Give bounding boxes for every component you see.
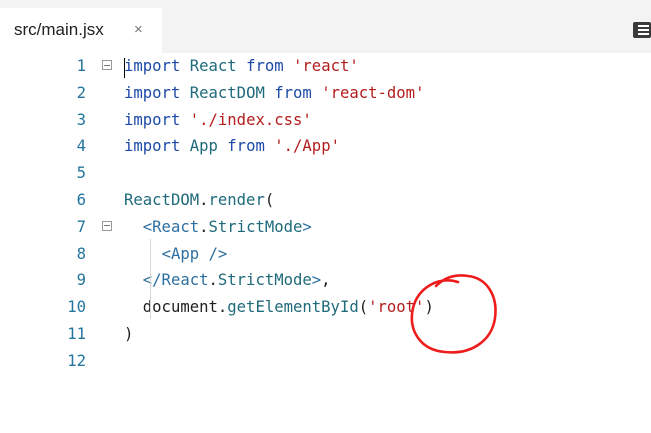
line-number: 5 — [76, 164, 86, 183]
code-token: 'react' — [293, 57, 359, 75]
code-token: React — [189, 57, 237, 75]
code-text: <App /> — [124, 241, 228, 267]
code-line[interactable]: 1 import React from 'react' — [0, 53, 651, 79]
tab-bar: src/main.jsx × — [0, 0, 651, 53]
code-line[interactable]: 6 ReactDOM.render( — [0, 187, 651, 213]
code-token: import — [124, 137, 181, 156]
indent-guide — [150, 238, 151, 319]
code-text: ) — [124, 321, 133, 347]
code-token: <App /> — [161, 244, 228, 263]
code-token: . — [217, 298, 228, 317]
code-line[interactable]: 10 document.getElementById('root') — [0, 294, 651, 320]
code-token: <React — [142, 217, 200, 236]
code-token: ReactDOM — [189, 83, 265, 102]
code-token: import — [124, 57, 181, 75]
code-token: from — [246, 57, 284, 75]
code-line[interactable]: 7 <React.StrictMode> — [0, 214, 651, 240]
code-token: ( — [264, 191, 275, 209]
code-token: App — [189, 137, 218, 156]
code-token: ) — [124, 325, 134, 343]
code-line[interactable]: 3 import './index.css' — [0, 107, 651, 133]
code-line[interactable]: 4 import App from './App' — [0, 133, 651, 159]
line-number: 9 — [76, 271, 86, 290]
code-text: ReactDOM.render( — [124, 187, 274, 213]
code-token: . — [199, 217, 209, 236]
code-token: ) — [424, 298, 434, 317]
code-token: StrictMode — [208, 217, 303, 236]
code-line[interactable]: 8 <App /> — [0, 241, 651, 267]
code-line[interactable]: 11) — [0, 321, 651, 347]
line-number: 8 — [76, 244, 86, 263]
line-number: 3 — [76, 110, 86, 129]
code-token: ReactDOM — [124, 191, 200, 209]
line-number: 10 — [67, 298, 86, 317]
code-editor[interactable]: 1 import React from 'react' 2 import ReactD… — [0, 53, 651, 433]
line-number: 4 — [76, 137, 86, 156]
tab-main-jsx[interactable]: src/main.jsx × — [0, 8, 162, 53]
fold-toggle-icon[interactable] — [102, 60, 112, 70]
line-number: 12 — [67, 351, 86, 370]
code-token: </React — [142, 271, 209, 290]
code-line[interactable]: 9 </React.StrictMode>, — [0, 267, 651, 293]
code-token: . — [199, 191, 209, 209]
code-token: StrictMode — [217, 271, 312, 290]
code-line[interactable]: 2 import ReactDOM from 'react-dom' — [0, 80, 651, 106]
code-text: <React.StrictMode> — [124, 214, 312, 240]
line-number: 6 — [76, 191, 86, 209]
close-icon[interactable]: × — [134, 21, 143, 38]
code-text: import App from './App' — [124, 133, 340, 159]
code-text: document.getElementById('root') — [124, 294, 434, 320]
code-text: import React from 'react' — [124, 53, 359, 79]
code-token: document — [142, 298, 218, 317]
code-line[interactable]: 12 — [0, 348, 651, 374]
line-number: 11 — [67, 325, 86, 343]
line-number: 2 — [76, 83, 86, 102]
code-token: 'root' — [368, 298, 425, 317]
menu-icon[interactable] — [633, 22, 651, 38]
code-token: > — [311, 271, 322, 290]
code-token: import — [124, 110, 181, 129]
code-text: import './index.css' — [124, 107, 312, 133]
text-caret — [124, 58, 125, 78]
tab-title: src/main.jsx — [14, 20, 104, 39]
code-line[interactable]: 5 — [0, 160, 651, 186]
code-token: getElementById — [227, 298, 359, 317]
code-token: './App' — [274, 137, 340, 156]
code-token: ( — [358, 298, 369, 317]
code-token: './index.css' — [189, 110, 312, 129]
code-token: from — [274, 83, 312, 102]
code-text: </React.StrictMode>, — [124, 267, 331, 293]
line-number: 7 — [76, 217, 86, 236]
code-token: . — [208, 271, 218, 290]
code-token: 'react-dom' — [321, 83, 425, 102]
fold-toggle-icon[interactable] — [102, 220, 112, 231]
code-token: , — [321, 271, 331, 290]
code-text: import ReactDOM from 'react-dom' — [124, 80, 424, 106]
line-number: 1 — [76, 57, 86, 75]
code-token: > — [302, 217, 312, 236]
code-token: from — [227, 137, 265, 156]
code-token: import — [124, 83, 181, 102]
code-token: render — [208, 191, 265, 209]
